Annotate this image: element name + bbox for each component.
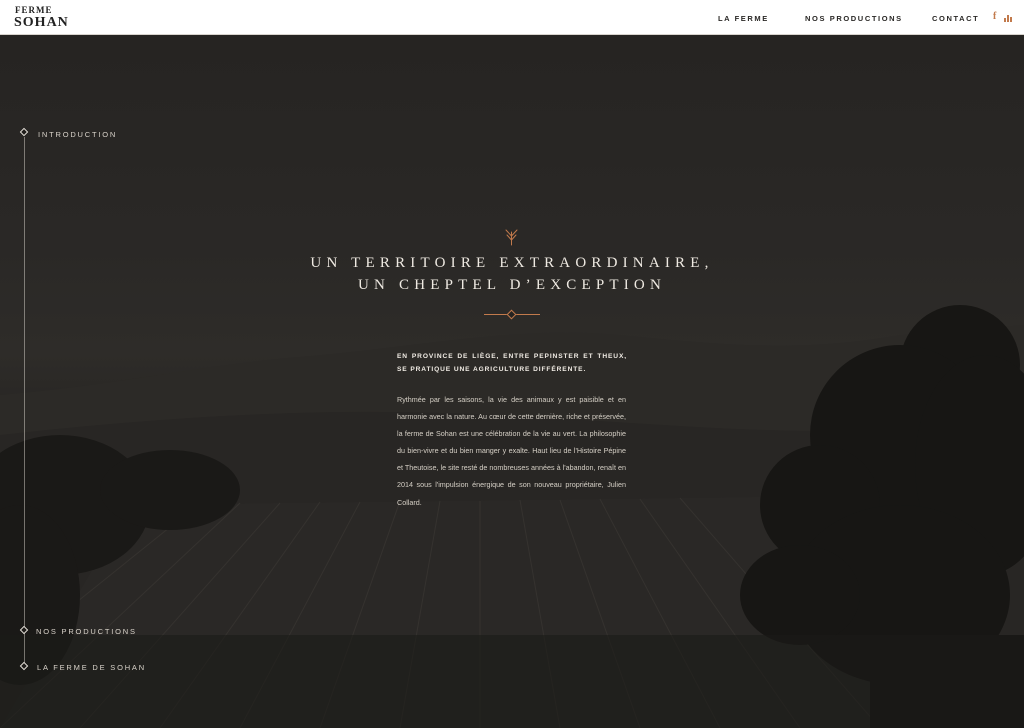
- diamond-ornament-icon: [506, 309, 517, 320]
- logo-line1: FERME: [15, 5, 53, 15]
- hero-background: [0, 35, 1024, 728]
- site-header: FERME SOHAN LA FERME NOS PRODUCTIONS CON…: [0, 0, 1024, 35]
- logo-line2: SOHAN: [14, 15, 69, 30]
- nav-nos-productions[interactable]: NOS PRODUCTIONS: [805, 14, 903, 23]
- section-nav-nos-productions[interactable]: NOS PRODUCTIONS: [36, 627, 137, 636]
- section-nav-line: [24, 137, 25, 667]
- hero-body: Rythmée par les saisons, la vie des anim…: [397, 395, 626, 507]
- landscape-illustration: [0, 305, 1024, 728]
- headline-line2: UN CHEPTEL D’EXCEPTION: [358, 276, 666, 293]
- nav-contact[interactable]: CONTACT: [932, 14, 979, 23]
- logo[interactable]: FERME SOHAN: [14, 6, 69, 30]
- bars-icon[interactable]: [1004, 13, 1014, 22]
- hero-lead: EN PROVINCE DE LIÈGE, ENTRE PEPINSTER ET…: [397, 353, 627, 373]
- nav-la-ferme[interactable]: LA FERME: [718, 14, 769, 23]
- hero-headline: UN TERRITOIRE EXTRAORDINAIRE, UN CHEPTEL…: [212, 253, 812, 296]
- ornament-divider: [484, 309, 540, 320]
- headline-line1: UN TERRITOIRE EXTRAORDINAIRE,: [310, 255, 714, 271]
- wheat-icon: [505, 229, 518, 246]
- facebook-icon[interactable]: f: [993, 11, 996, 22]
- section-nav-introduction[interactable]: INTRODUCTION: [38, 130, 117, 139]
- section-nav-la-ferme-de-sohan[interactable]: LA FERME DE SOHAN: [37, 663, 146, 672]
